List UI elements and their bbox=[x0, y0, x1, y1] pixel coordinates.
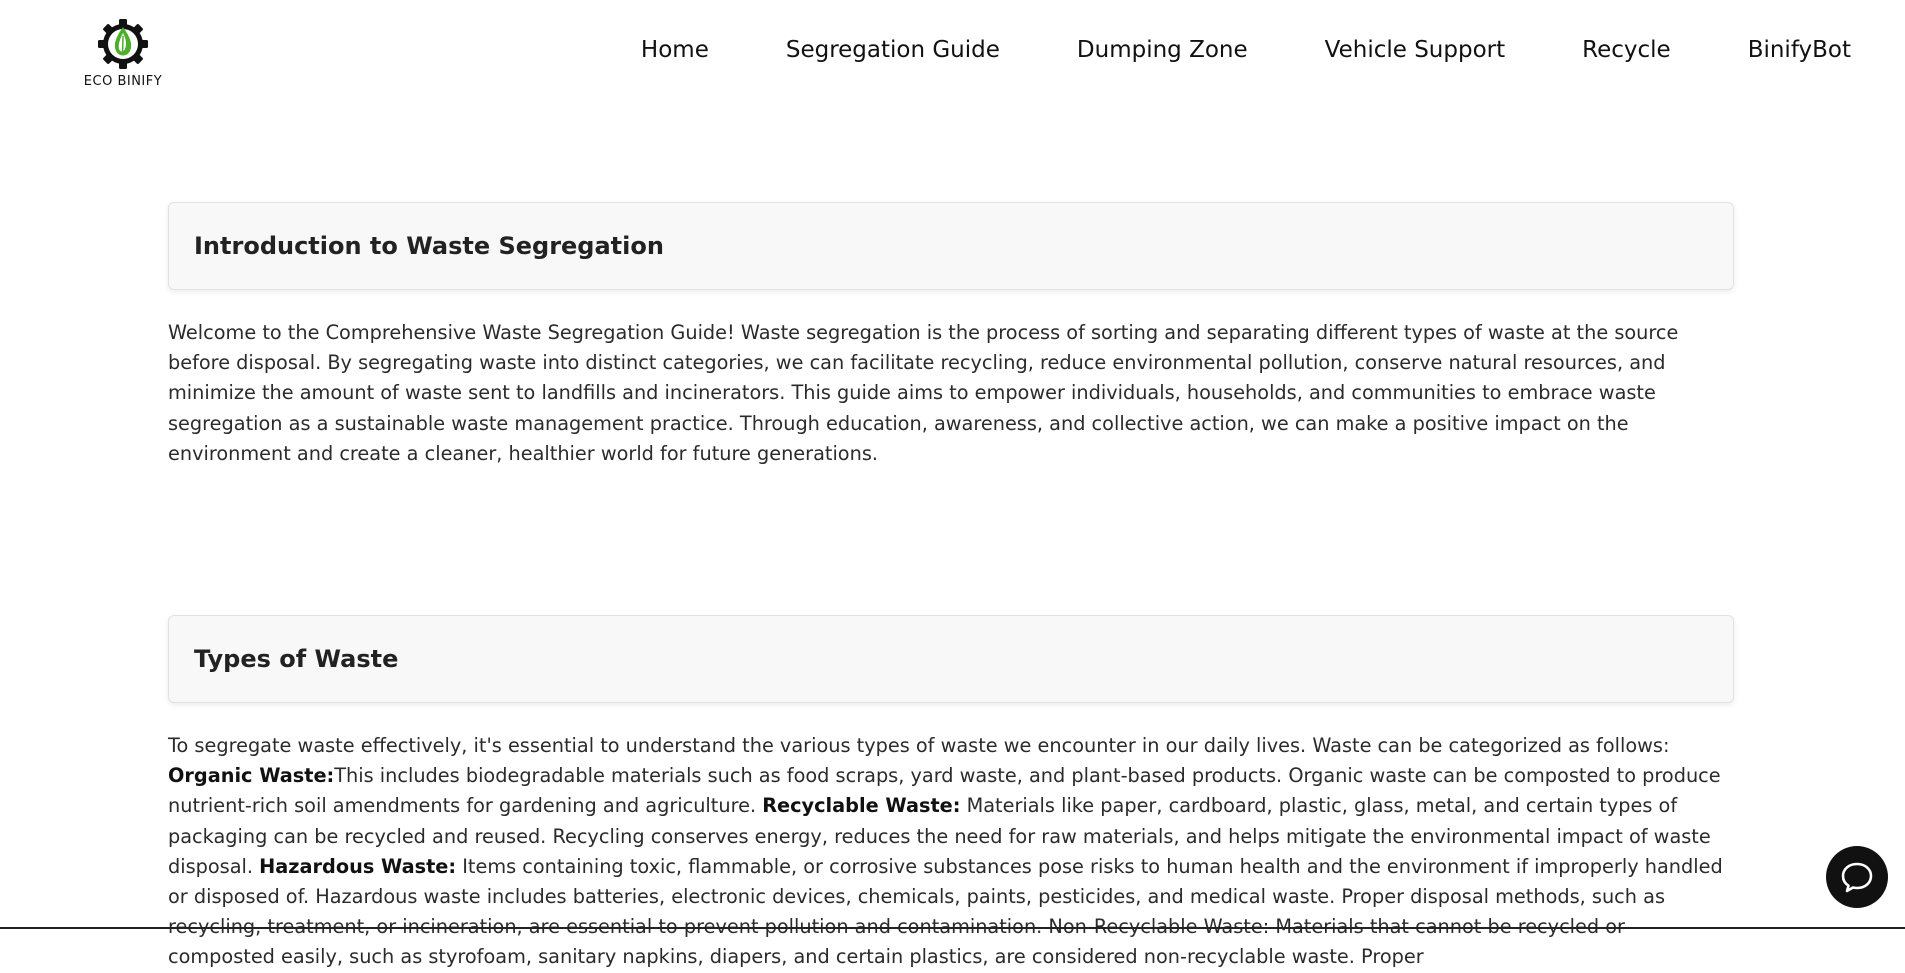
recyclable-waste-label: Recyclable Waste: bbox=[762, 794, 961, 818]
hazardous-waste-label: Hazardous Waste: bbox=[259, 854, 457, 878]
nav-vehicle-support[interactable]: Vehicle Support bbox=[1325, 37, 1506, 63]
nav-segregation-guide[interactable]: Segregation Guide bbox=[786, 37, 1000, 63]
brand-logo[interactable]: ECO BINIFY bbox=[78, 18, 168, 89]
nav-home[interactable]: Home bbox=[641, 37, 709, 63]
types-section-text: To segregate waste effectively, it's ess… bbox=[168, 731, 1734, 973]
types-intro-text: To segregate waste effectively, it's ess… bbox=[168, 734, 1670, 757]
leaf-gear-logo-icon bbox=[98, 19, 148, 69]
navbar: ECO BINIFY Home Segregation Guide Dumpin… bbox=[0, 0, 1905, 100]
types-section-header: Types of Waste bbox=[168, 615, 1734, 703]
nav-binifybot[interactable]: BinifyBot bbox=[1748, 37, 1851, 63]
nav-recycle[interactable]: Recycle bbox=[1582, 37, 1671, 63]
brand-name: ECO BINIFY bbox=[83, 74, 163, 89]
organic-waste-label: Organic Waste: bbox=[168, 764, 335, 788]
nav-dumping-zone[interactable]: Dumping Zone bbox=[1077, 37, 1248, 63]
types-section-title: Types of Waste bbox=[194, 645, 399, 673]
chat-button[interactable] bbox=[1826, 846, 1888, 908]
intro-section-header: Introduction to Waste Segregation bbox=[168, 202, 1734, 290]
intro-section-title: Introduction to Waste Segregation bbox=[194, 232, 664, 260]
intro-section-text: Welcome to the Comprehensive Waste Segre… bbox=[168, 321, 1679, 465]
chat-bubble-icon bbox=[1841, 862, 1873, 893]
main-nav: Home Segregation Guide Dumping Zone Vehi… bbox=[641, 37, 1851, 63]
